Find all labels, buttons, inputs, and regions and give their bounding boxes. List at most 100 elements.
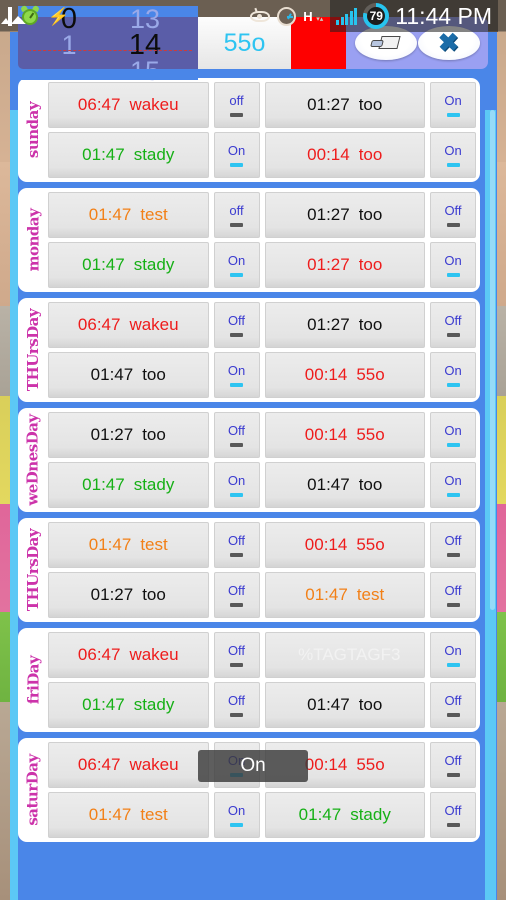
day-label: friDay (20, 632, 46, 728)
day-label: sunday (20, 82, 46, 178)
alarm-slot[interactable]: 01:47 test (264, 572, 425, 618)
alarm-toggle-button[interactable]: On (430, 632, 476, 678)
alarm-slot[interactable]: 01:47 stady (48, 242, 209, 288)
alarm-toggle-button[interactable]: On (430, 352, 476, 398)
alarm-slot[interactable]: 01:27 too (48, 412, 209, 458)
alarm-toggle-label: Off (444, 583, 462, 598)
alarm-toggle-button[interactable]: Off (430, 302, 476, 348)
alarm-time: 06:47 (77, 755, 121, 774)
day-label-text: monday (24, 208, 42, 272)
alarm-slot[interactable]: 01:27 too (264, 242, 425, 288)
day-label: weDnesDay (20, 412, 46, 508)
alarm-toggle-button[interactable]: On (213, 742, 260, 788)
alarm-toggle-button[interactable]: Off (430, 742, 476, 788)
alarm-label: too (358, 255, 383, 274)
alarm-toggle-button[interactable]: Off (430, 572, 476, 618)
alarm-time: 01:47 (88, 805, 132, 824)
alarm-slot[interactable]: 01:47 too (48, 352, 209, 398)
alarm-slot[interactable]: 01:47 stady (48, 682, 209, 728)
day-label-text: friDay (24, 655, 42, 705)
alarm-toggle-indicator (230, 713, 243, 717)
alarm-toggle-button[interactable]: On (430, 242, 476, 288)
alarm-clock-icon (20, 4, 40, 25)
alarm-time: 01:27 (307, 255, 350, 274)
alarm-slot[interactable]: %TAGTAGF3 (264, 632, 425, 678)
alarm-slot[interactable]: 01:47 test (48, 792, 209, 838)
day-card: THUrsDay 06:47 wakeu Off 01:27 too Off 01:47 too… (18, 298, 480, 402)
alarm-slot[interactable]: 01:27 too (264, 302, 425, 348)
alarm-toggle-button[interactable]: Off (213, 522, 260, 568)
alarm-toggle-indicator (230, 553, 243, 557)
day-label-text: saturDay (24, 754, 43, 826)
alarm-slot[interactable]: 06:47 wakeu (48, 632, 209, 678)
gallery-icon (8, 6, 12, 26)
status-bar-left-icons: ⚡ (0, 4, 70, 26)
alarm-toggle-button[interactable]: Off (213, 572, 260, 618)
alarm-slot[interactable]: 00:14 55o (264, 352, 425, 398)
alarm-slot[interactable]: 06:47 wakeu (48, 302, 209, 348)
alarm-slot[interactable]: 00:14 55o (264, 742, 425, 788)
alarm-toggle-button[interactable]: Off (430, 192, 476, 238)
alarm-toggle-button[interactable]: On (213, 352, 260, 398)
alarm-toggle-button[interactable]: On (430, 132, 476, 178)
alarm-slot[interactable]: 01:27 too (264, 82, 425, 128)
status-bar: ⚡ H ▾▴ 79 11:44 PM (0, 0, 506, 32)
alarm-slot[interactable]: 01:47 test (48, 522, 209, 568)
alarm-time: 00:14 (304, 535, 348, 554)
alarm-time: 01:27 (307, 315, 350, 334)
alarm-toggle-button[interactable]: On (430, 82, 476, 128)
alarm-slot[interactable]: 01:47 test (48, 192, 209, 238)
alarm-label: stady (133, 695, 175, 714)
alarm-label: wakeu (129, 95, 179, 114)
alarm-toggle-button[interactable]: Off (430, 792, 476, 838)
alarm-toggle-button[interactable]: off (213, 82, 260, 128)
alarm-toggle-indicator (446, 273, 460, 277)
alarm-toggle-button[interactable]: Off (213, 412, 260, 458)
day-label: monday (20, 192, 46, 288)
alarm-toggle-button[interactable]: On (213, 242, 260, 288)
alarm-slot[interactable]: 00:14 55o (264, 522, 425, 568)
alarm-label: test (140, 535, 168, 554)
alarm-toggle-button[interactable]: Off (430, 682, 476, 728)
alarm-time: 01:27 (90, 425, 134, 444)
alarm-slot[interactable]: 01:47 stady (48, 132, 209, 178)
alarm-toggle-button[interactable]: On (213, 462, 260, 508)
alarm-slot[interactable]: 01:47 too (264, 682, 425, 728)
alarm-slot[interactable]: 01:47 stady (264, 792, 425, 838)
status-bar-clock: 11:44 PM (395, 2, 492, 29)
alarm-label: stady (350, 805, 391, 824)
alarm-toggle-indicator (446, 713, 460, 717)
alarm-slot[interactable]: 06:47 wakeu (48, 82, 209, 128)
alarm-label: 55o (356, 365, 385, 384)
alarm-toggle-indicator (230, 273, 243, 277)
alarm-toggle-button[interactable]: On (430, 412, 476, 458)
alarm-slot[interactable]: 01:27 too (264, 192, 425, 238)
alarm-toggle-button[interactable]: off (213, 192, 260, 238)
alarm-toggle-indicator (230, 493, 243, 497)
alarm-toggle-indicator (446, 383, 460, 387)
alarm-slot[interactable]: 01:27 too (48, 572, 209, 618)
alarm-toggle-button[interactable]: Off (213, 632, 260, 678)
alarm-toggle-label: Off (444, 753, 462, 768)
alarm-toggle-button[interactable]: Off (213, 682, 260, 728)
alarm-slot[interactable]: 00:14 55o (264, 412, 425, 458)
alarm-label: too (358, 145, 383, 164)
alarm-toggle-button[interactable]: On (213, 792, 260, 838)
alarm-slot[interactable]: 01:47 too (264, 462, 425, 508)
h-network-icon: H ▾▴ (303, 10, 323, 23)
alarm-toggle-label: Off (227, 643, 246, 658)
scrollbar-thumb[interactable] (490, 110, 495, 610)
alarm-toggle-button[interactable]: On (213, 132, 260, 178)
alarm-toggle-button[interactable]: Off (430, 522, 476, 568)
alarm-toggle-button[interactable]: On (430, 462, 476, 508)
alarm-slot[interactable]: 00:14 too (264, 132, 425, 178)
day-label-text: sunday (24, 101, 42, 159)
alarm-time: 01:47 (305, 585, 348, 604)
alarm-slot[interactable]: 01:47 stady (48, 462, 209, 508)
alarm-slot[interactable]: 06:47 wakeu (48, 742, 209, 788)
alarm-label: %TAGTAGF3 (298, 645, 401, 664)
alarm-toggle-label: On (227, 473, 246, 488)
alarm-grid: 06:47 wakeu Off 01:27 too Off 01:47 too On 00:14 5… (46, 302, 476, 398)
alarm-toggle-button[interactable]: Off (213, 302, 260, 348)
alarm-day-list[interactable]: sunday 06:47 wakeu off 01:27 too On 01:47 stady O… (18, 78, 480, 868)
